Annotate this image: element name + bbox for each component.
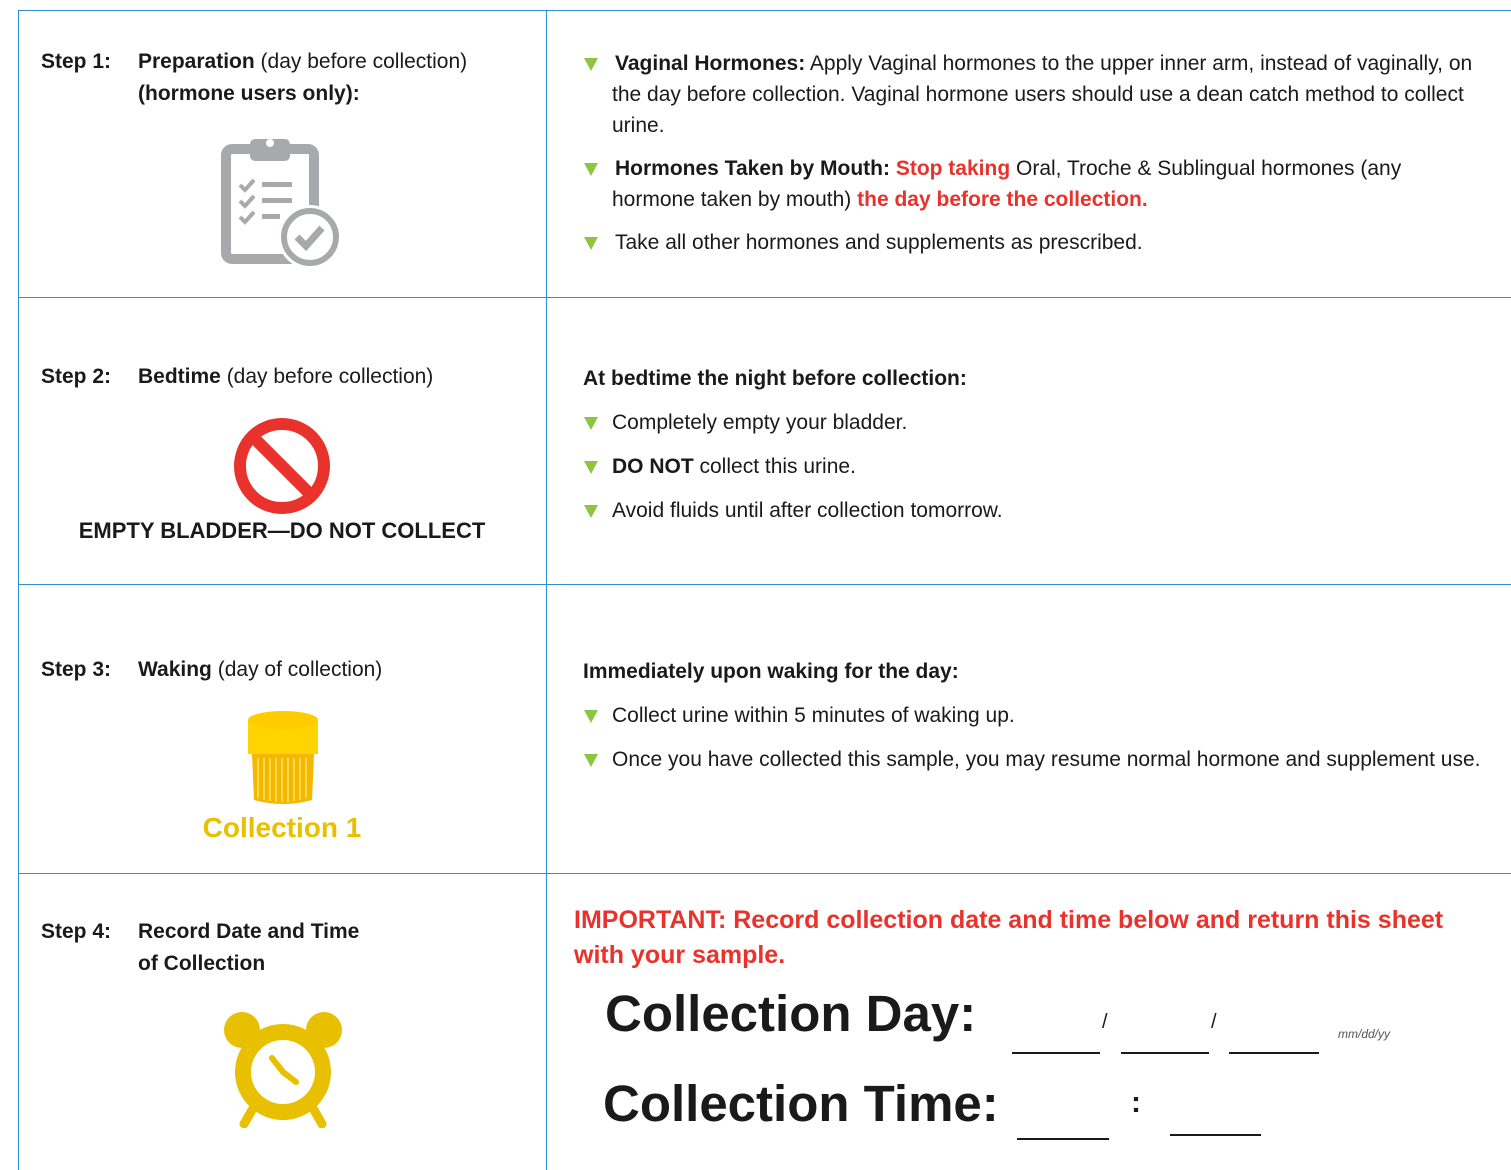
- bullet-text: Take all other hormones and supplements …: [615, 231, 1143, 254]
- step-title: Bedtime (day before collection): [138, 361, 433, 393]
- step-number: Step 1:: [41, 50, 112, 73]
- bullet-item: Collect urine within 5 minutes of waking…: [583, 700, 1483, 731]
- collection-time-label: Collection Time:: [603, 1075, 999, 1132]
- collection-day-label: Collection Day:: [605, 985, 977, 1042]
- column-divider: [546, 10, 547, 1170]
- bullet-warning: Stop taking: [895, 157, 1011, 180]
- triangle-bullet-icon: [584, 163, 598, 176]
- bullet-heading: DO NOT: [612, 455, 694, 478]
- step-title-line: Record Date and Time: [138, 920, 360, 943]
- triangle-bullet-icon: [584, 754, 598, 767]
- collection-day-field[interactable]: [1121, 1052, 1209, 1054]
- step2-caption: EMPTY BLADDER—DO NOT COLLECT: [78, 518, 486, 543]
- bullet-heading: Hormones Taken by Mouth:: [615, 157, 890, 180]
- triangle-bullet-icon: [584, 710, 598, 723]
- bullet-warning: the day before the collection.: [857, 188, 1148, 211]
- step-title-note: (hormone users only):: [138, 82, 360, 105]
- collection-minute-field[interactable]: [1170, 1134, 1261, 1136]
- triangle-bullet-icon: [584, 505, 598, 518]
- step-title-line: of Collection: [138, 952, 266, 975]
- triangle-bullet-icon: [584, 461, 598, 474]
- step-number: Step 3:: [41, 658, 112, 681]
- step-title: Preparation (day before collection) (hor…: [138, 46, 467, 110]
- collection-month-field[interactable]: [1012, 1052, 1100, 1054]
- date-format-hint: mm/dd/yy: [1338, 1027, 1391, 1041]
- alarm-clock-icon: [224, 1012, 342, 1128]
- date-separator: /: [1102, 1011, 1108, 1033]
- step-number: Step 4:: [41, 920, 112, 943]
- step1-instructions: Vaginal Hormones: Apply Vaginal hormones…: [583, 48, 1483, 258]
- triangle-bullet-icon: [584, 58, 598, 71]
- step-title: Record Date and Time of Collection: [138, 916, 359, 980]
- bullet-heading: Vaginal Hormones:: [615, 52, 806, 75]
- important-notice: IMPORTANT: Record collection date and ti…: [574, 906, 1444, 969]
- step-title-bold: Bedtime: [138, 365, 221, 388]
- urine-cup-icon: [248, 711, 318, 804]
- step-title-rest: (day of collection): [211, 658, 383, 681]
- step-title: Waking (day of collection): [138, 654, 382, 686]
- bullet-item: Once you have collected this sample, you…: [583, 744, 1483, 775]
- step-title-rest: (day before collection): [220, 365, 434, 388]
- instruction-header: At bedtime the night before collection:: [583, 367, 967, 390]
- triangle-bullet-icon: [584, 417, 598, 430]
- step3-instructions: Immediately upon waking for the day: Col…: [583, 656, 1483, 775]
- step-title-bold: Preparation: [138, 50, 255, 73]
- step-title-rest: (day before collection): [254, 50, 468, 73]
- step3-caption: Collection 1: [202, 812, 362, 843]
- collection-year-field[interactable]: [1229, 1052, 1319, 1054]
- row-divider: [18, 297, 1511, 298]
- bullet-text: Once you have collected this sample, you…: [612, 748, 1481, 771]
- clipboard-checklist-icon: [221, 139, 342, 269]
- step-number: Step 2:: [41, 365, 112, 388]
- step-title-bold: Waking: [138, 658, 212, 681]
- bullet-text: Completely empty your bladder.: [612, 411, 908, 434]
- bullet-item: DO NOT collect this urine.: [583, 451, 1483, 482]
- bullet-item: Completely empty your bladder.: [583, 407, 1483, 438]
- date-separator: /: [1211, 1011, 1217, 1033]
- bullet-item: Vaginal Hormones: Apply Vaginal hormones…: [583, 48, 1483, 141]
- triangle-bullet-icon: [584, 237, 598, 250]
- time-separator: :: [1131, 1086, 1141, 1119]
- row-divider: [18, 873, 1511, 874]
- instruction-header: Immediately upon waking for the day:: [583, 660, 959, 683]
- bullet-item: Hormones Taken by Mouth: Stop taking Ora…: [583, 153, 1483, 215]
- step2-instructions: At bedtime the night before collection: …: [583, 363, 1483, 526]
- collection-hour-field[interactable]: [1017, 1138, 1109, 1140]
- prohibited-icon: [234, 418, 330, 514]
- bullet-text: Collect urine within 5 minutes of waking…: [612, 704, 1015, 727]
- row-divider: [18, 584, 1511, 585]
- bullet-item: Avoid fluids until after collection tomo…: [583, 495, 1483, 526]
- bullet-text: Avoid fluids until after collection tomo…: [612, 499, 1003, 522]
- bullet-item: Take all other hormones and supplements …: [583, 227, 1483, 258]
- bullet-text: collect this urine.: [693, 455, 856, 478]
